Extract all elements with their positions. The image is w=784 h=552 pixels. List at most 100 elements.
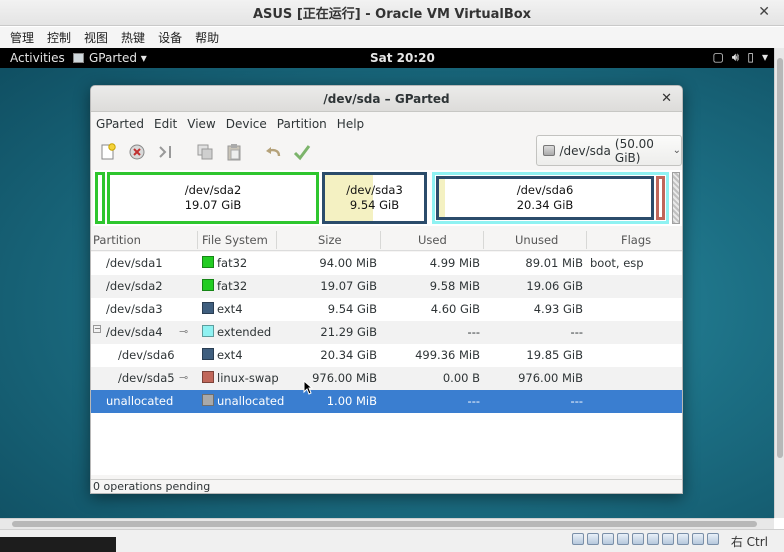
- fs-color-swatch: [202, 279, 214, 291]
- vbox-menu-help[interactable]: 帮助: [195, 29, 219, 46]
- toolbar: [97, 138, 320, 166]
- table-row[interactable]: /dev/sda6 ext4 20.34 GiB 499.36 MiB 19.8…: [91, 344, 682, 367]
- shared-folder-icon[interactable]: [632, 533, 644, 545]
- partition-table-header: Partition File System Size Used Unused F…: [91, 229, 682, 251]
- table-row[interactable]: /dev/sda3 ext4 9.54 GiB 4.60 GiB 4.93 Gi…: [91, 298, 682, 321]
- partition-block-sda1[interactable]: [95, 172, 105, 224]
- column-flags[interactable]: Flags: [621, 233, 651, 247]
- vbox-menu-control[interactable]: 控制: [47, 29, 71, 46]
- key-icon: ⊸: [179, 325, 189, 338]
- partition-block-sda5[interactable]: [656, 176, 665, 220]
- fs-color-swatch: [202, 371, 214, 383]
- horizontal-scrollbar[interactable]: [0, 518, 774, 529]
- paste-button[interactable]: [223, 141, 245, 163]
- used: 0.00 B: [442, 371, 480, 385]
- unused: ---: [570, 325, 583, 339]
- vbox-menu-view[interactable]: 视图: [84, 29, 108, 46]
- vbox-window-title: ASUS [正在运行] - Oracle VM VirtualBox: [252, 7, 532, 22]
- undo-icon: [266, 147, 281, 157]
- table-row[interactable]: − /dev/sda4 ⊸ extended 21.29 GiB --- ---: [91, 321, 682, 344]
- partition-block-name: /dev/sda2: [184, 183, 242, 197]
- fs-color-swatch: [202, 302, 214, 314]
- table-row-selected[interactable]: unallocated unallocated 1.00 MiB --- ---: [91, 390, 682, 413]
- menu-help[interactable]: Help: [337, 117, 364, 131]
- size: 94.00 MiB: [319, 256, 377, 270]
- partition-name: /dev/sda6: [118, 348, 175, 362]
- partition-name: /dev/sda2: [106, 279, 163, 293]
- vbox-menu-devices[interactable]: 设备: [158, 29, 182, 46]
- table-row[interactable]: /dev/sda1 fat32 94.00 MiB 4.99 MiB 89.01…: [91, 252, 682, 275]
- partition-name: /dev/sda4: [106, 325, 163, 339]
- partition-block-sda3[interactable]: /dev/sda3 9.54 GiB: [322, 172, 427, 224]
- close-icon[interactable]: ✕: [661, 91, 672, 106]
- menu-view[interactable]: View: [187, 117, 215, 131]
- undo-button[interactable]: [262, 141, 284, 163]
- vbox-menu-bar: 管理 控制 视图 热键 设备 帮助: [0, 27, 784, 48]
- menu-device[interactable]: Device: [226, 117, 267, 131]
- vbox-menu-manage[interactable]: 管理: [10, 29, 34, 46]
- partition-block-sda4-extended[interactable]: /dev/sda6 20.34 GiB: [432, 172, 669, 224]
- gnome-top-bar: Activities GParted ▾ Sat 20:20 ▢ 🔊︎ ▯ ▾: [0, 48, 774, 68]
- partition-block-size: 9.54 GiB: [349, 198, 400, 212]
- menu-gparted[interactable]: GParted: [96, 117, 144, 131]
- optical-drive-icon[interactable]: [587, 533, 599, 545]
- fs-color-swatch: [202, 325, 214, 337]
- delete-partition-button[interactable]: [126, 141, 148, 163]
- resize-move-icon: [159, 146, 171, 158]
- activities-button[interactable]: Activities: [10, 51, 65, 65]
- usb-icon[interactable]: [602, 533, 614, 545]
- network-icon[interactable]: [617, 533, 629, 545]
- size: 9.54 GiB: [327, 302, 377, 316]
- partition-name: /dev/sda3: [106, 302, 163, 316]
- table-row[interactable]: /dev/sda5 ⊸ linux-swap 976.00 MiB 0.00 B…: [91, 367, 682, 390]
- video-capture-icon[interactable]: [662, 533, 674, 545]
- status-bar: 0 operations pending: [91, 479, 682, 493]
- cpu-icon[interactable]: [677, 533, 689, 545]
- new-document-icon: [101, 143, 116, 160]
- resize-move-button[interactable]: [155, 141, 177, 163]
- partition-table: /dev/sda1 fat32 94.00 MiB 4.99 MiB 89.01…: [91, 252, 682, 475]
- used: 4.60 GiB: [430, 302, 480, 316]
- menu-partition[interactable]: Partition: [277, 117, 327, 131]
- app-menu[interactable]: GParted ▾: [73, 51, 147, 65]
- vbox-close-icon[interactable]: ✕: [758, 4, 770, 20]
- volume-icon: 🔊︎: [731, 50, 740, 64]
- column-size[interactable]: Size: [318, 233, 342, 247]
- partition-map: /dev/sda2 19.07 GiB /dev/sda3 9.54 GiB /…: [93, 170, 682, 226]
- mouse-integration-icon[interactable]: [692, 533, 704, 545]
- partition-block-sda2[interactable]: /dev/sda2 19.07 GiB: [107, 172, 319, 224]
- partition-block-unallocated[interactable]: [672, 172, 680, 224]
- file-system: fat32: [217, 256, 248, 270]
- copy-button[interactable]: [194, 141, 216, 163]
- unused: 4.93 GiB: [533, 302, 583, 316]
- column-used[interactable]: Used: [418, 233, 447, 247]
- column-unused[interactable]: Unused: [515, 233, 558, 247]
- chevron-down-icon: ⌄: [672, 145, 681, 156]
- size: 1.00 MiB: [326, 394, 377, 408]
- apply-button[interactable]: [291, 141, 313, 163]
- vbox-menu-hotkey[interactable]: 热键: [121, 29, 145, 46]
- collapse-icon[interactable]: −: [93, 325, 101, 333]
- keyboard-icon[interactable]: [707, 533, 719, 545]
- file-system: unallocated: [217, 394, 285, 408]
- file-system: fat32: [217, 279, 248, 293]
- clock[interactable]: Sat 20:20: [370, 51, 435, 65]
- device-selector[interactable]: /dev/sda (50.00 GiB) ⌄: [536, 135, 682, 166]
- fs-color-swatch: [202, 348, 214, 360]
- file-system: ext4: [217, 348, 243, 362]
- gparted-window-title: /dev/sda – GParted: [323, 91, 450, 106]
- menu-edit[interactable]: Edit: [154, 117, 177, 131]
- gparted-app-icon: [73, 53, 84, 63]
- storage-indicator-icon[interactable]: [572, 533, 584, 545]
- table-row[interactable]: /dev/sda2 fat32 19.07 GiB 9.58 MiB 19.06…: [91, 275, 682, 298]
- vertical-scrollbar[interactable]: [774, 48, 784, 518]
- file-system: linux-swap: [217, 371, 279, 385]
- column-partition[interactable]: Partition: [93, 233, 141, 247]
- system-status-area[interactable]: ▢ 🔊︎ ▯ ▾: [712, 50, 768, 65]
- gparted-menu-bar: GParted Edit View Device Partition Help: [91, 113, 682, 135]
- new-partition-button[interactable]: [97, 141, 119, 163]
- guest-desktop: Activities GParted ▾ Sat 20:20 ▢ 🔊︎ ▯ ▾ …: [0, 48, 774, 518]
- partition-block-sda6[interactable]: /dev/sda6 20.34 GiB: [436, 176, 654, 220]
- display-icon[interactable]: [647, 533, 659, 545]
- column-file-system[interactable]: File System: [202, 233, 268, 247]
